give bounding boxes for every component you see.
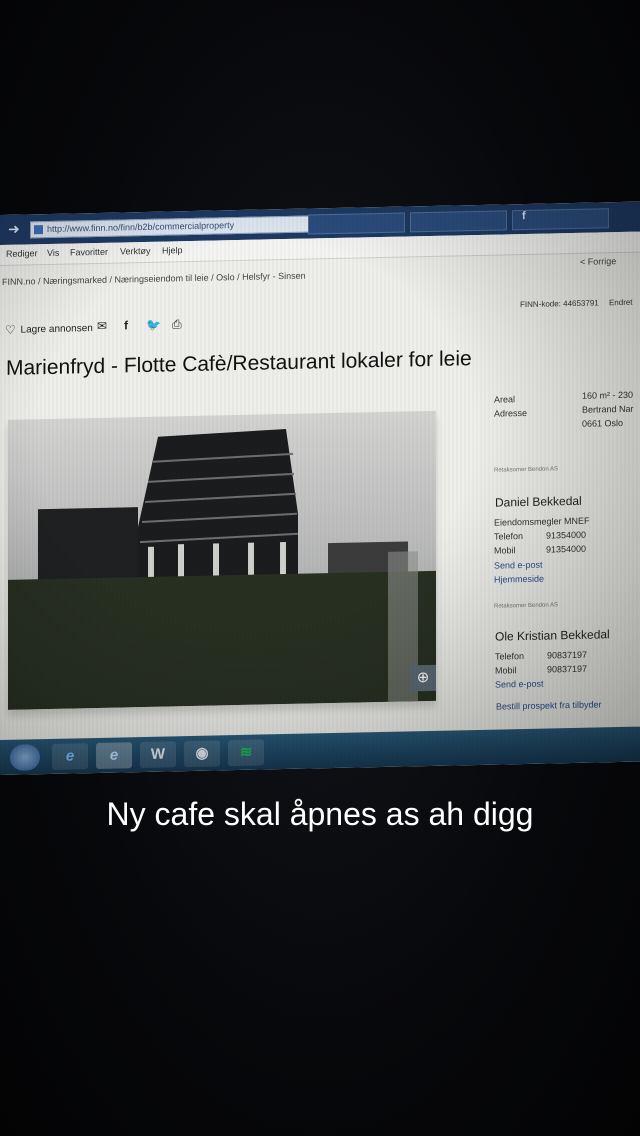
heart-icon: ♡ xyxy=(5,322,16,337)
page-title: Marienfryd - Flotte Cafè/Restaurant loka… xyxy=(6,347,472,380)
start-button[interactable] xyxy=(10,744,40,771)
ie-active-icon[interactable]: e xyxy=(96,742,132,769)
facebook-tab-icon: f xyxy=(522,209,526,223)
agent2-mobile: Mobil 90837197 xyxy=(495,664,587,676)
ie-icon[interactable]: e xyxy=(52,743,88,770)
menu-favoritter[interactable]: Favoritter xyxy=(70,247,108,258)
agent2-email-link[interactable]: Send e-post xyxy=(495,679,544,690)
breadcrumb[interactable]: FINN.no / Næringsmarked / Næringseiendom… xyxy=(0,264,640,291)
agent2-mobile-value[interactable]: 90837197 xyxy=(547,664,587,675)
adresse-line1: Bertrand Nar xyxy=(582,403,634,415)
listing-image[interactable]: ⊕ xyxy=(8,410,436,710)
menu-hjelp[interactable]: Hjelp xyxy=(162,245,183,255)
agent1-email-link[interactable]: Send e-post xyxy=(494,560,543,571)
address-text: http://www.finn.no/finn/b2b/commercialpr… xyxy=(47,220,235,235)
facebook-icon[interactable]: f xyxy=(124,318,128,332)
agent1-phone-label: Telefon xyxy=(494,531,524,542)
agent1-phone: Telefon 91354000 xyxy=(494,530,586,542)
agent2-phone-label: Telefon xyxy=(495,651,525,662)
areal-value: 160 m² - 230 xyxy=(582,389,634,401)
agent2-mobile-label: Mobil xyxy=(495,665,517,676)
agent2-phone-value[interactable]: 90837197 xyxy=(547,650,587,661)
menu-verktoy[interactable]: Verktøy xyxy=(120,246,151,257)
areal-label: Areal xyxy=(494,394,516,405)
address-bar[interactable]: http://www.finn.no/finn/b2b/commercialpr… xyxy=(30,215,318,239)
site-icon xyxy=(34,225,43,235)
agent1-mobile-label: Mobil xyxy=(494,545,516,556)
order-prospectus-link[interactable]: Bestill prospekt fra tilbyder xyxy=(496,699,602,711)
menu-vis[interactable]: Vis xyxy=(47,248,59,258)
mail-icon[interactable]: ✉ xyxy=(97,319,107,333)
agency-label-2: Retaksomer Bendon AS xyxy=(494,602,559,610)
save-listing-button[interactable]: ♡ Lagre annonsen xyxy=(5,321,93,339)
finn-code-value: FINN-kode: 44653791 xyxy=(520,298,599,310)
agent1-name: Daniel Bekkedal xyxy=(495,493,582,510)
agency-label-1: Retaksomer Bendon AS xyxy=(494,466,559,474)
zoom-icon[interactable]: ⊕ xyxy=(410,664,436,692)
back-arrow-icon[interactable]: ➜ xyxy=(8,221,20,238)
previous-link[interactable]: < Forrige xyxy=(580,256,616,267)
agent1-role: Eiendomsmegler MNEF xyxy=(494,515,590,528)
agent2-name: Ole Kristian Bekkedal xyxy=(495,627,610,644)
adresse-label: Adresse xyxy=(494,407,528,419)
monitor-screen: ➜ http://www.finn.no/finn/b2b/commercial… xyxy=(0,201,640,775)
spotify-icon[interactable]: ≋ xyxy=(228,739,264,767)
agent1-phone-value[interactable]: 91354000 xyxy=(546,530,586,541)
browser-tab-2[interactable] xyxy=(410,210,507,233)
menu-rediger[interactable]: Rediger xyxy=(6,248,38,259)
snap-caption: Ny cafe skal åpnes as ah digg xyxy=(106,796,534,832)
adresse-line2: 0661 Oslo xyxy=(582,417,624,429)
agent1-mobile: Mobil 91354000 xyxy=(494,544,586,556)
building-photo xyxy=(8,410,436,710)
browser-tab-3[interactable] xyxy=(512,208,609,231)
finn-code: FINN-kode: 44653791 Endret xyxy=(520,298,633,309)
agent1-mobile-value[interactable]: 91354000 xyxy=(546,544,586,555)
twitter-icon[interactable]: 🐦 xyxy=(146,318,161,332)
finn-changed-label: Endret xyxy=(608,297,633,308)
agent1-homepage-link[interactable]: Hjemmeside xyxy=(494,574,544,585)
print-icon[interactable]: ⎙ xyxy=(172,317,182,332)
paint-icon[interactable]: ◉ xyxy=(184,740,220,768)
word-icon[interactable]: W xyxy=(140,741,176,769)
agent2-phone: Telefon 90837197 xyxy=(495,650,587,662)
save-listing-label: Lagre annonsen xyxy=(20,322,93,336)
browser-tab-1[interactable] xyxy=(308,212,405,235)
